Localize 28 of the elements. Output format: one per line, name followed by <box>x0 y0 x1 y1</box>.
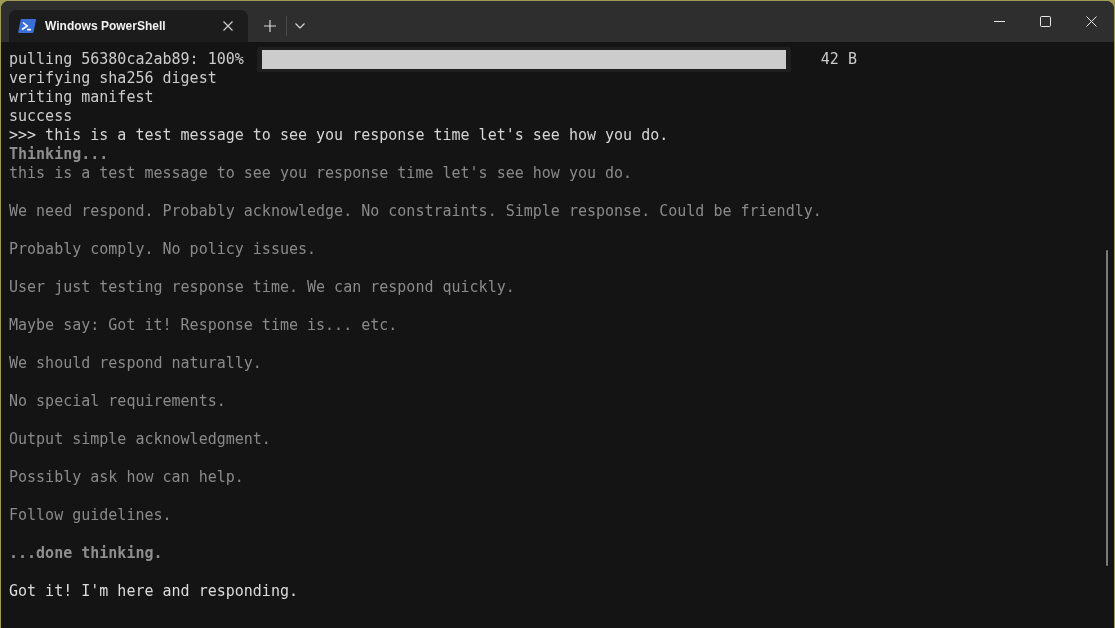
thinking-label: Thinking... <box>9 145 109 164</box>
output-line: success <box>9 107 73 126</box>
reply-line: Got it! I'm here and responding. <box>9 582 298 601</box>
thinking-line: User just testing response time. We can respond quickly. <box>9 278 515 297</box>
thinking-line: We should respond naturally. <box>9 354 262 373</box>
download-size: 42 B <box>820 50 857 69</box>
thinking-line: Output simple acknowledgment. <box>9 430 271 449</box>
prompt-line: >>> this is a test message to see you response time let's see how you do. <box>9 126 669 145</box>
output-line: verifying sha256 digest <box>9 69 217 88</box>
tab[interactable]: Windows PowerShell <box>9 10 248 42</box>
maximize-icon <box>1039 16 1051 27</box>
thinking-line: We need respond. Probably acknowledge. No constraints. Simple response. Could be friendly. <box>9 202 822 221</box>
output-line: writing manifest <box>9 88 154 107</box>
thinking-label: ...done thinking. <box>9 544 163 563</box>
plus-icon <box>264 19 276 32</box>
scrollbar-thumb[interactable] <box>1106 250 1108 566</box>
output-line: pulling 56380ca2ab89: 100% <box>9 50 244 69</box>
close-icon <box>1085 16 1097 27</box>
thinking-line: Possibly ask how can help. <box>9 468 244 487</box>
close-icon <box>223 21 233 31</box>
chevron-down-icon <box>295 22 305 29</box>
thinking-line: No special requirements. <box>9 392 226 411</box>
thinking-line: Probably comply. No policy issues. <box>9 240 317 259</box>
thinking-line: Follow guidelines. <box>9 506 172 525</box>
minimize-icon <box>993 21 1005 22</box>
powershell-icon <box>18 19 36 33</box>
thinking-line: this is a test message to see you response time let's see how you do. <box>9 164 633 183</box>
thinking-line: Maybe say: Got it! Response time is... etc. <box>9 316 398 335</box>
